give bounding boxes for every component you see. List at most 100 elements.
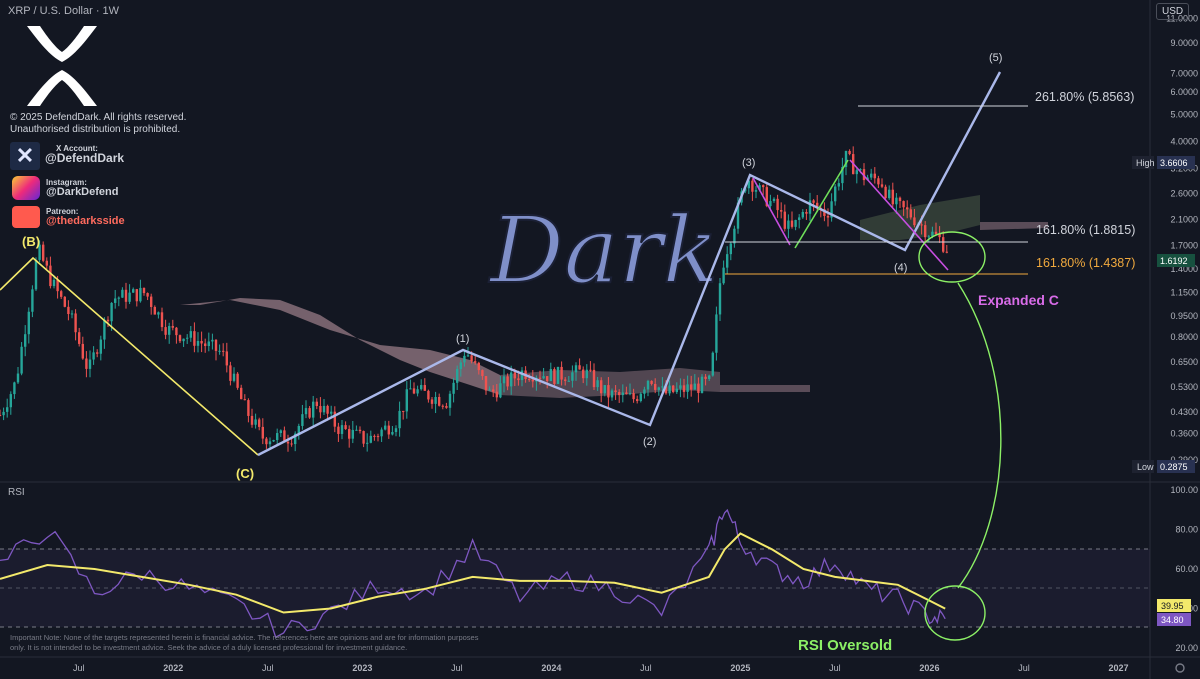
price-tick-label: 1.7000 — [1170, 240, 1198, 250]
price-tick-label: 7.0000 — [1170, 68, 1198, 78]
rsi-axis-ticks: 100.0080.0060.0040.0020.00 — [1170, 485, 1198, 653]
candle-body — [42, 244, 45, 261]
time-tick-label: Jul — [829, 663, 841, 673]
annotation-rsi-oversold: RSI Oversold — [798, 637, 892, 654]
candle-body — [121, 289, 124, 298]
candle-body — [556, 366, 560, 384]
high-badge-label: High — [1136, 158, 1155, 168]
candle-body — [106, 319, 110, 322]
candle-body — [668, 385, 671, 394]
last-price-value: 1.6192 — [1160, 256, 1188, 266]
candle-body — [186, 337, 189, 339]
candle-body — [20, 346, 23, 374]
candle-body — [693, 383, 696, 390]
candle-body — [103, 319, 106, 340]
candle-body — [438, 397, 441, 406]
candle-body — [139, 287, 142, 302]
candle-body — [708, 375, 711, 379]
candle-body — [0, 415, 2, 417]
candle-body — [207, 341, 210, 346]
candle-body — [384, 425, 387, 430]
candle-body — [214, 339, 218, 351]
time-tick-label: Jul — [640, 663, 652, 673]
candle-body — [322, 405, 326, 413]
candle-body — [430, 399, 434, 404]
candle-body — [513, 372, 516, 379]
candle-body — [470, 355, 473, 362]
candle-body — [178, 335, 182, 342]
candle-body — [423, 385, 426, 391]
candle-body — [182, 338, 185, 342]
candle-body — [132, 289, 135, 293]
candle-body — [358, 429, 362, 432]
candle-body — [409, 388, 412, 390]
candle-body — [92, 352, 95, 360]
candle-body — [258, 419, 261, 427]
candle-body — [315, 401, 318, 407]
candle-body — [2, 411, 5, 416]
chart-title: XRP / U.S. Dollar · 1W — [8, 5, 120, 17]
distribution-notice: Unauthorised distribution is prohibited. — [10, 124, 181, 135]
candle-body — [45, 260, 48, 266]
rsi-tick-label: 100.00 — [1170, 485, 1198, 495]
candle-body — [445, 406, 448, 408]
candle-body — [164, 327, 167, 335]
candle-body — [373, 435, 376, 437]
candle-body — [592, 369, 596, 388]
fib-label-161a: 161.80% (1.8815) — [1036, 223, 1135, 237]
time-tick-label: 2026 — [919, 663, 939, 673]
candle-body — [312, 401, 315, 418]
candle-body — [571, 372, 574, 381]
candle-body — [722, 267, 725, 284]
candle-body — [355, 429, 358, 431]
candle-body — [376, 436, 380, 438]
currency-selector[interactable]: USD — [1156, 3, 1190, 20]
time-tick-label: Jul — [451, 663, 463, 673]
candle-body — [81, 343, 84, 359]
candle-body — [675, 388, 678, 393]
settings-icon[interactable] — [1175, 663, 1185, 673]
candle-body — [196, 340, 200, 346]
candle-body — [837, 183, 840, 187]
candle-body — [463, 355, 466, 363]
candle-body — [412, 388, 416, 394]
candle-body — [942, 237, 945, 252]
candle-body — [589, 369, 592, 371]
candle-body — [913, 217, 916, 226]
candle-body — [456, 369, 459, 383]
candle-body — [729, 243, 732, 255]
candle-body — [895, 197, 898, 205]
candle-body — [304, 408, 308, 415]
candle-body — [225, 351, 228, 366]
candle-body — [117, 297, 120, 299]
candle-body — [150, 296, 153, 307]
candle-body — [484, 376, 488, 391]
candle-body — [459, 362, 462, 370]
candle-body — [733, 228, 736, 244]
wave-label-1: (1) — [456, 333, 469, 345]
candle-body — [607, 385, 610, 398]
candle-body — [538, 377, 542, 379]
candle-body — [52, 279, 56, 287]
candle-body — [711, 352, 714, 376]
candle-body — [189, 331, 192, 338]
time-axis-ticks: Jul 2022 Jul 2023 Jul 2024 Jul 2025 Jul 2026 Jul 20… — [73, 663, 1128, 673]
candle-body — [301, 414, 304, 426]
candle-body — [96, 352, 99, 354]
candle-body — [643, 389, 646, 394]
candle-body — [171, 326, 174, 328]
candle-body — [517, 378, 520, 381]
candle-body — [891, 189, 894, 205]
candle-body — [596, 380, 599, 388]
time-tick-label: 2027 — [1108, 663, 1128, 673]
candle-body — [848, 151, 851, 155]
candle-body — [452, 382, 455, 394]
candle-body — [60, 291, 63, 297]
candle-body — [56, 279, 59, 292]
candle-body — [236, 373, 239, 388]
candle-body — [902, 201, 905, 208]
candle-body — [772, 198, 776, 202]
candle-body — [24, 334, 27, 347]
candle-body — [812, 200, 815, 203]
candle-body — [229, 365, 232, 381]
